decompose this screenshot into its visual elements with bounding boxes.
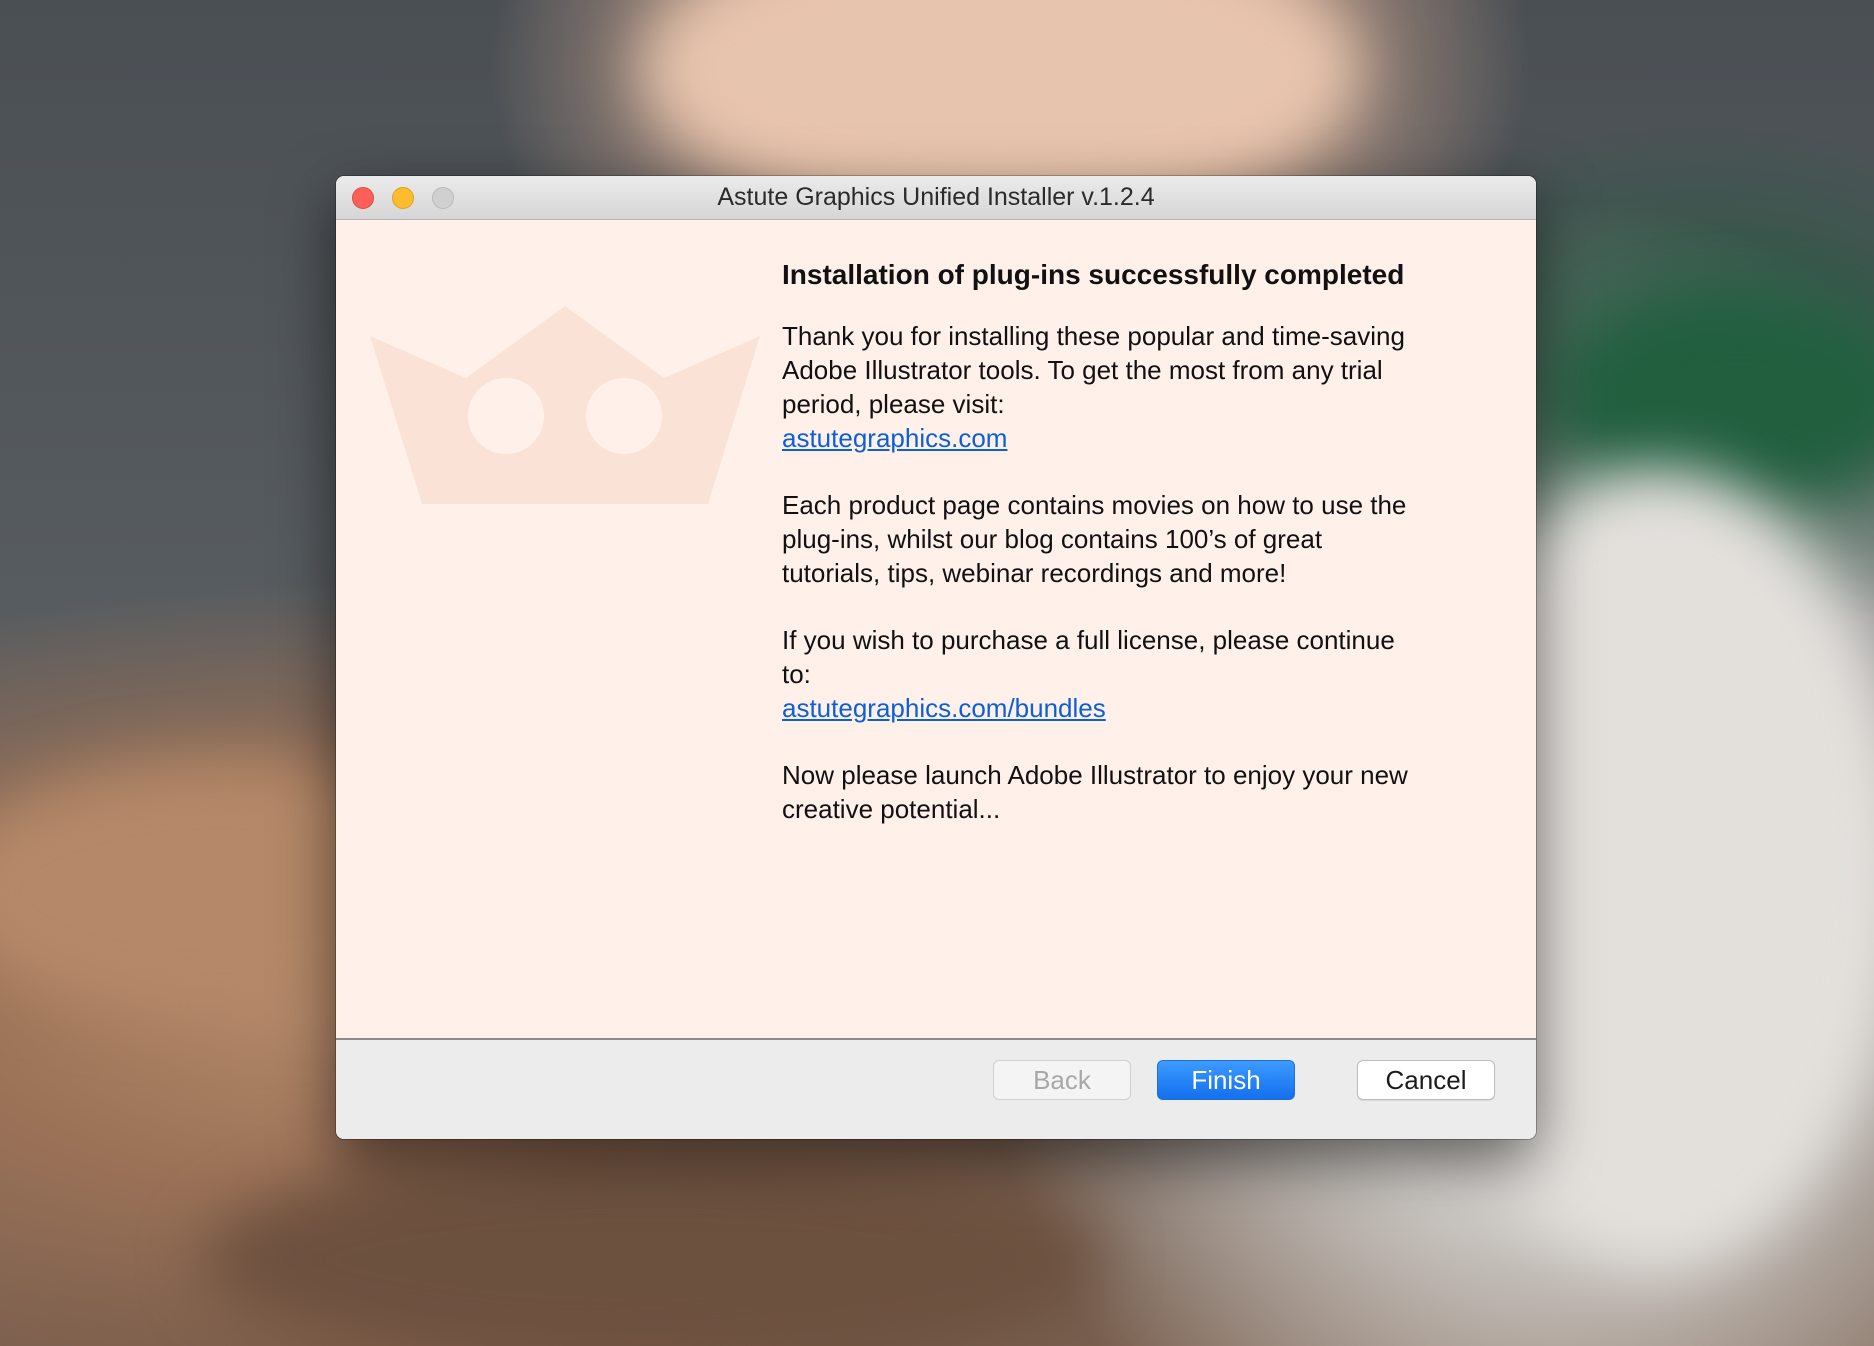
installer-content: Installation of plug-ins successfully co… — [336, 220, 1536, 1038]
button-bar: Back Finish Cancel — [336, 1038, 1536, 1139]
message-column: Installation of plug-ins successfully co… — [782, 258, 1422, 859]
astutegraphics-link[interactable]: astutegraphics.com — [782, 421, 1007, 455]
cancel-button[interactable]: Cancel — [1357, 1060, 1495, 1100]
background-blur-shape — [200, 1150, 1100, 1346]
finish-button[interactable]: Finish — [1157, 1060, 1295, 1100]
window-title: Astute Graphics Unified Installer v.1.2.… — [717, 183, 1155, 211]
installer-window: Astute Graphics Unified Installer v.1.2.… — [336, 176, 1536, 1139]
crown-watermark-shape — [370, 306, 760, 504]
bundles-link[interactable]: astutegraphics.com/bundles — [782, 691, 1106, 725]
purchase-paragraph: If you wish to purchase a full license, … — [782, 623, 1422, 725]
product-pages-paragraph: Each product page contains movies on how… — [782, 490, 1407, 588]
launch-paragraph: Now please launch Adobe Illustrator to e… — [782, 760, 1408, 824]
trial-text: Thank you for installing these popular a… — [782, 321, 1405, 419]
back-button: Back — [993, 1060, 1131, 1100]
trial-paragraph: Thank you for installing these popular a… — [782, 319, 1422, 455]
title-bar[interactable]: Astute Graphics Unified Installer v.1.2.… — [336, 176, 1536, 220]
purchase-text: If you wish to purchase a full license, … — [782, 625, 1395, 689]
background-blur-shape — [1560, 300, 1874, 500]
crown-icon — [370, 306, 760, 504]
completion-heading: Installation of plug-ins successfully co… — [782, 259, 1405, 290]
